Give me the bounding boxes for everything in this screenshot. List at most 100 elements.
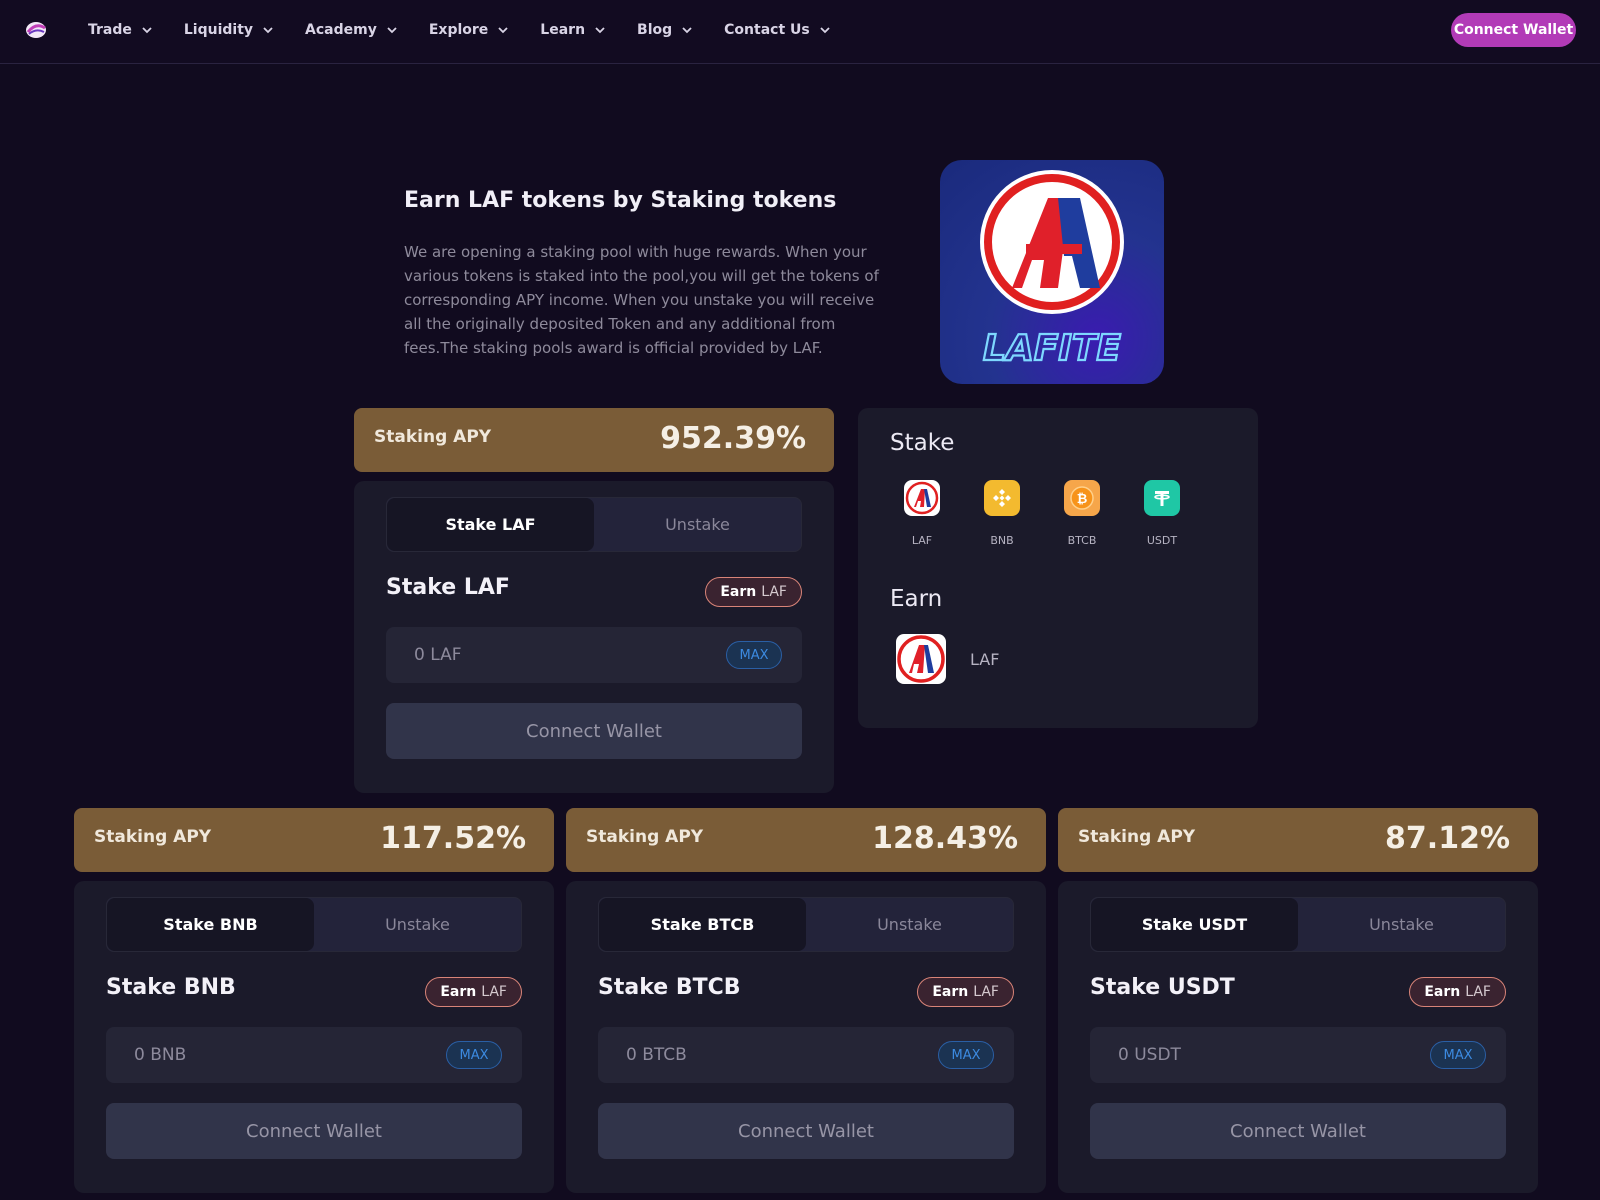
token-laf: LAF [892,480,952,547]
nav-trade[interactable]: Trade [88,22,152,38]
tab-stake[interactable]: Stake BTCB [599,898,806,951]
svg-text:₿: ₿ [1077,492,1088,507]
amount-input[interactable]: 0 BTCB MAX [598,1027,1014,1083]
earn-token: LAF [481,984,507,1000]
page-description: We are opening a staking pool with huge … [404,243,879,357]
amount-value: 0 USDT [1118,1045,1181,1065]
stake-info-panel: Stake LAF BNB ₿ BTCB USDT Earn LAF [858,408,1258,728]
stake-tabs: Stake BTCB Unstake [598,897,1014,952]
apy-bar-btcb: Staking APY 128.43% [566,808,1046,872]
main-menu: Trade Liquidity Academy Explore Learn Bl… [88,0,862,60]
laf-token-icon [904,480,940,516]
tab-stake[interactable]: Stake BNB [107,898,314,951]
stake-heading: Stake USDT [1090,975,1235,1000]
apy-bar-bnb: Staking APY 117.52% [74,808,554,872]
btcb-token-icon: ₿ [1064,480,1100,516]
token-label: USDT [1146,534,1178,547]
stake-card-laf: Stake LAF Unstake Stake LAF Earn LAF 0 L… [354,481,834,793]
apy-value: 87.12% [1385,821,1510,856]
earn-token: LAF [761,584,787,600]
nav-explore[interactable]: Explore [429,22,508,38]
tab-unstake[interactable]: Unstake [594,498,801,551]
stake-heading: Stake BTCB [598,975,741,1000]
nav-blog[interactable]: Blog [637,22,692,38]
nav-academy-label: Academy [305,22,377,38]
laf-earn-icon [896,634,946,684]
earn-token: LAF [1465,984,1491,1000]
earn-word: Earn [1424,984,1461,1000]
usdt-token-icon [1144,480,1180,516]
apy-value: 952.39% [660,421,806,456]
amount-value: 0 BNB [134,1045,187,1065]
max-button[interactable]: MAX [938,1041,994,1069]
nav-academy[interactable]: Academy [305,22,397,38]
apy-value: 117.52% [380,821,526,856]
nav-contact-us[interactable]: Contact Us [724,22,830,38]
stake-card-btcb: Stake BTCB Unstake Stake BTCB Earn LAF 0… [566,881,1046,1193]
apy-bar-usdt: Staking APY 87.12% [1058,808,1538,872]
nav-explore-label: Explore [428,22,489,38]
amount-value: 0 LAF [414,645,462,665]
nav-learn[interactable]: Learn [540,22,605,38]
earn-word: Earn [932,984,969,1000]
earn-badge: Earn LAF [425,977,522,1007]
chevron-down-icon [595,27,605,34]
tab-stake[interactable]: Stake LAF [387,498,594,551]
tab-unstake[interactable]: Unstake [1298,898,1505,951]
token-label: BTCB [1067,534,1097,547]
connect-wallet-button[interactable]: Connect Wallet [1451,13,1576,47]
amount-input[interactable]: 0 LAF MAX [386,627,802,683]
page-title: Earn LAF tokens by Staking tokens [404,188,837,213]
tab-unstake[interactable]: Unstake [314,898,521,951]
nav-contact-us-label: Contact Us [724,22,810,38]
apy-label: Staking APY [374,427,492,447]
tab-stake[interactable]: Stake USDT [1091,898,1298,951]
stake-title: Stake [890,430,955,456]
stake-tabs: Stake USDT Unstake [1090,897,1506,952]
earn-word: Earn [440,984,477,1000]
chevron-down-icon [820,27,830,34]
connect-wallet-button[interactable]: Connect Wallet [106,1103,522,1159]
apy-value: 128.43% [872,821,1018,856]
stake-card-bnb: Stake BNB Unstake Stake BNB Earn LAF 0 B… [74,881,554,1193]
earn-badge: Earn LAF [1409,977,1506,1007]
tab-unstake[interactable]: Unstake [806,898,1013,951]
chevron-down-icon [498,27,508,34]
amount-input[interactable]: 0 USDT MAX [1090,1027,1506,1083]
nav-trade-label: Trade [88,22,132,38]
max-button[interactable]: MAX [446,1041,502,1069]
amount-value: 0 BTCB [626,1045,687,1065]
stake-tabs: Stake LAF Unstake [386,497,802,552]
max-button[interactable]: MAX [1430,1041,1486,1069]
apy-label: Staking APY [1078,827,1196,847]
earn-title: Earn [890,586,943,612]
nav-learn-label: Learn [540,22,586,38]
bnb-token-icon [984,480,1020,516]
stake-heading: Stake LAF [386,575,510,600]
lafite-logo-text: LAFITE [983,328,1121,369]
earn-badge: Earn LAF [917,977,1014,1007]
stake-tabs: Stake BNB Unstake [106,897,522,952]
token-btcb: ₿ BTCB [1052,480,1112,547]
connect-wallet-button[interactable]: Connect Wallet [598,1103,1014,1159]
earn-badge: Earn LAF [705,577,802,607]
earn-token-label: LAF [970,650,1000,669]
stake-heading: Stake BNB [106,975,236,1000]
lafite-logo: LAFITE [940,160,1164,384]
top-navbar: Trade Liquidity Academy Explore Learn Bl… [0,0,1600,64]
amount-input[interactable]: 0 BNB MAX [106,1027,522,1083]
nav-liquidity[interactable]: Liquidity [184,22,273,38]
apy-label: Staking APY [94,827,212,847]
connect-wallet-button[interactable]: Connect Wallet [386,703,802,759]
chevron-down-icon [387,27,397,34]
connect-wallet-button[interactable]: Connect Wallet [1090,1103,1506,1159]
nav-liquidity-label: Liquidity [183,22,254,38]
nav-blog-label: Blog [637,22,673,38]
app-logo-icon[interactable] [24,18,48,42]
earn-word: Earn [720,584,757,600]
max-button[interactable]: MAX [726,641,782,669]
apy-label: Staking APY [586,827,704,847]
token-label: LAF [911,534,933,547]
chevron-down-icon [263,27,273,34]
token-label: BNB [990,534,1014,547]
